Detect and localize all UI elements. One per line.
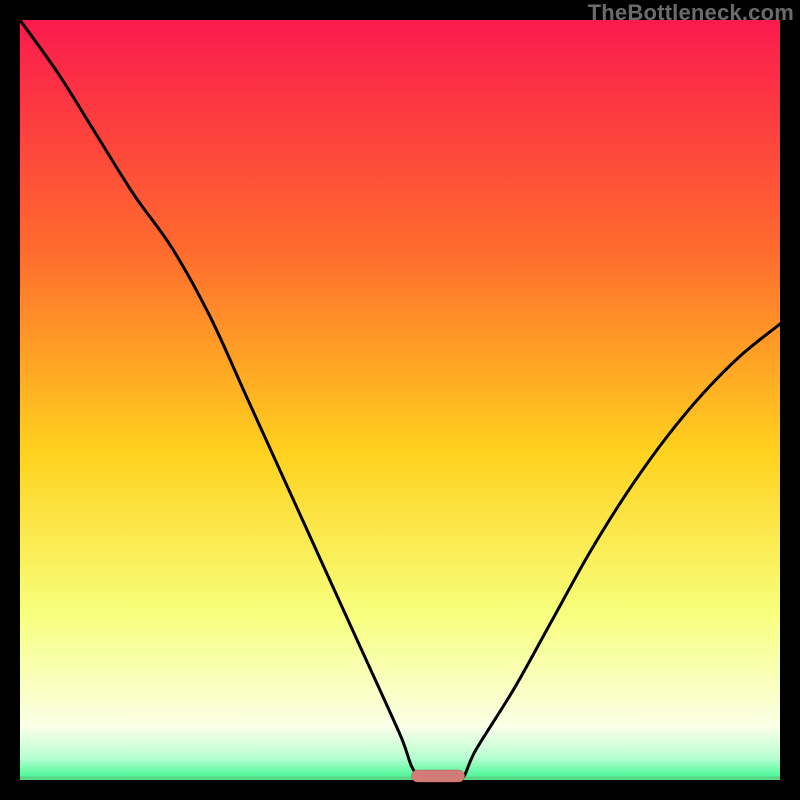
chart-svg [20,20,780,780]
bottleneck-curve [20,20,780,783]
optimal-marker [411,770,464,782]
chart-frame: TheBottleneck.com [0,0,800,800]
